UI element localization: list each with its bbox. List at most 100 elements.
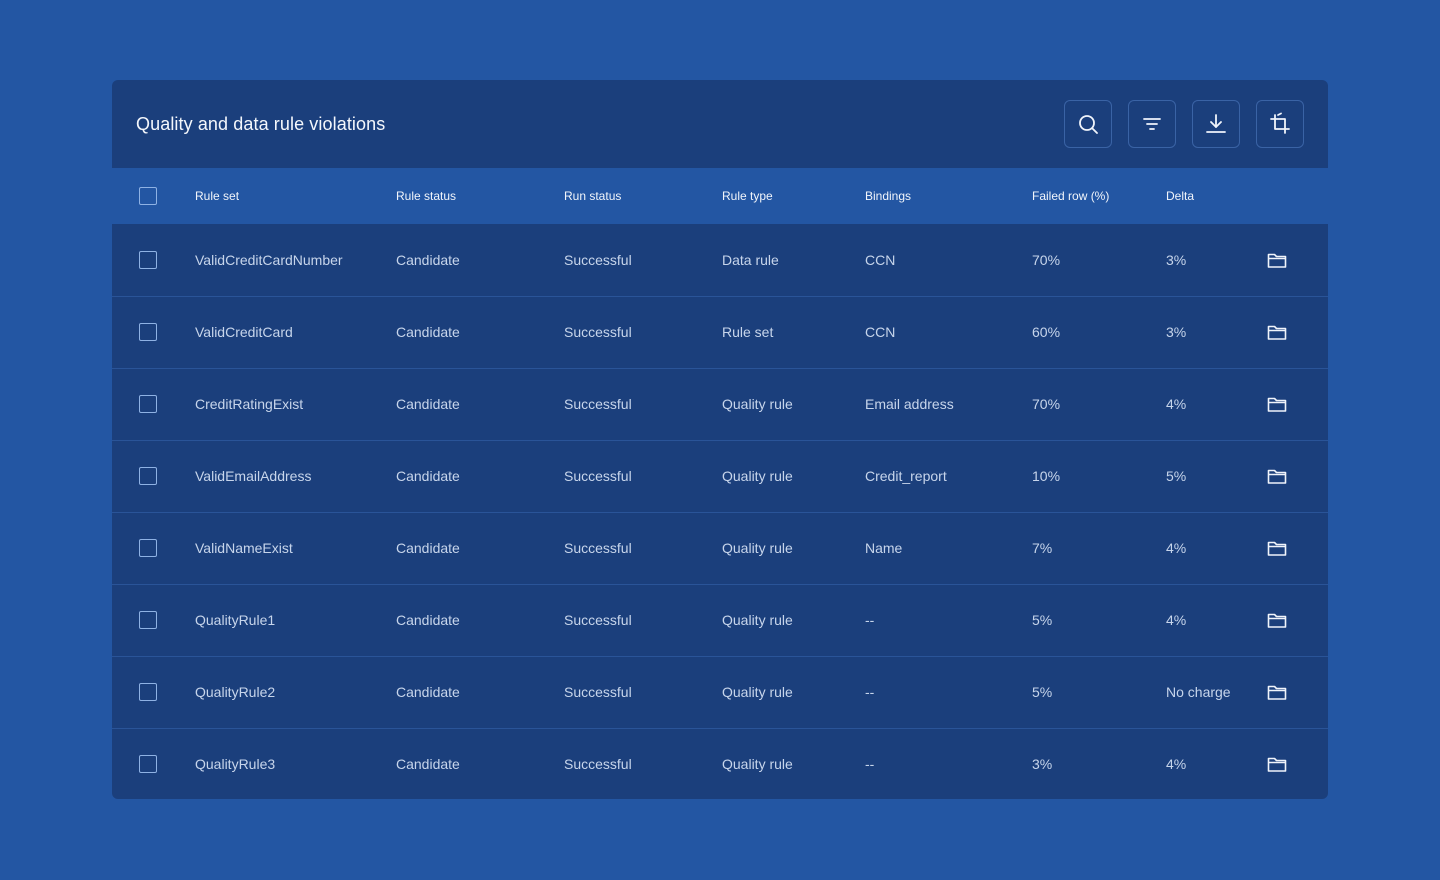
crop-icon	[1270, 112, 1290, 134]
cell-failed-row: 10%	[1032, 468, 1061, 484]
table-row[interactable]: QualityRule3 Candidate Successful Qualit…	[112, 728, 1328, 799]
cell-rule-status: Candidate	[396, 468, 460, 484]
row-checkbox[interactable]	[139, 395, 157, 413]
table-body: ValidCreditCardNumber Candidate Successf…	[112, 224, 1328, 799]
cell-rule-type: Quality rule	[722, 396, 793, 412]
column-header-rule-status[interactable]: Rule status	[396, 168, 564, 224]
cell-failed-row: 5%	[1032, 684, 1053, 700]
folder-icon	[1267, 253, 1287, 268]
filter-button[interactable]	[1128, 100, 1176, 148]
cell-delta: No charge	[1166, 684, 1231, 700]
table-row[interactable]: ValidCreditCardNumber Candidate Successf…	[112, 224, 1328, 296]
column-header-failed-row[interactable]: Failed row (%)	[1032, 168, 1166, 224]
column-header-delta[interactable]: Delta	[1166, 168, 1266, 224]
row-checkbox[interactable]	[139, 755, 157, 774]
cell-rule-set: QualityRule2	[195, 684, 276, 700]
cell-run-status: Successful	[564, 612, 632, 628]
cell-delta: 4%	[1166, 540, 1187, 556]
cell-rule-status: Candidate	[396, 756, 460, 773]
cell-delta: 4%	[1166, 612, 1187, 628]
column-header-rule-set[interactable]: Rule set	[195, 168, 396, 224]
select-all-checkbox[interactable]	[139, 187, 157, 205]
cell-bindings: CCN	[865, 324, 896, 340]
open-folder-button[interactable]	[1266, 753, 1288, 775]
open-folder-button[interactable]	[1266, 537, 1288, 559]
folder-icon	[1267, 325, 1287, 340]
folder-icon	[1267, 757, 1287, 773]
row-checkbox[interactable]	[139, 611, 157, 629]
column-header-rule-type[interactable]: Rule type	[722, 168, 865, 224]
cell-failed-row: 5%	[1032, 612, 1053, 628]
cell-run-status: Successful	[564, 468, 632, 484]
row-checkbox[interactable]	[139, 467, 157, 485]
cell-delta: 3%	[1166, 324, 1187, 340]
download-button[interactable]	[1192, 100, 1240, 148]
cell-run-status: Successful	[564, 324, 632, 340]
folder-icon	[1267, 469, 1287, 484]
open-folder-button[interactable]	[1266, 465, 1288, 487]
cell-run-status: Successful	[564, 756, 632, 773]
cell-rule-set: ValidEmailAddress	[195, 468, 312, 484]
cell-failed-row: 7%	[1032, 540, 1053, 556]
open-folder-button[interactable]	[1266, 393, 1288, 415]
cell-bindings: CCN	[865, 251, 896, 268]
table-row[interactable]: QualityRule1 Candidate Successful Qualit…	[112, 584, 1328, 656]
row-checkbox[interactable]	[139, 683, 157, 701]
cell-rule-type: Data rule	[722, 251, 779, 268]
cell-delta: 4%	[1166, 756, 1187, 773]
table-row[interactable]: QualityRule2 Candidate Successful Qualit…	[112, 656, 1328, 728]
open-folder-button[interactable]	[1266, 321, 1288, 343]
cell-rule-set: ValidNameExist	[195, 540, 293, 556]
open-folder-button[interactable]	[1266, 249, 1288, 271]
row-checkbox[interactable]	[139, 323, 157, 341]
table-row[interactable]: ValidNameExist Candidate Successful Qual…	[112, 512, 1328, 584]
cell-rule-set: CreditRatingExist	[195, 396, 304, 412]
open-folder-button[interactable]	[1266, 681, 1288, 703]
cell-rule-type: Quality rule	[722, 684, 793, 700]
table-row[interactable]: ValidEmailAddress Candidate Successful Q…	[112, 440, 1328, 512]
card-header: Quality and data rule violations	[112, 80, 1328, 168]
cell-rule-status: Candidate	[396, 251, 460, 268]
table-row[interactable]: CreditRatingExist Candidate Successful Q…	[112, 368, 1328, 440]
cell-rule-status: Candidate	[396, 612, 460, 628]
folder-icon	[1267, 685, 1287, 700]
column-header-run-status[interactable]: Run status	[564, 168, 722, 224]
cell-run-status: Successful	[564, 540, 632, 556]
table-header-row: Rule set Rule status Run status Rule typ…	[112, 168, 1328, 224]
download-icon	[1206, 114, 1226, 133]
cell-run-status: Successful	[564, 396, 632, 412]
cell-rule-status: Candidate	[396, 684, 460, 700]
toolbar	[1064, 100, 1304, 148]
cell-bindings: --	[865, 684, 875, 700]
cell-failed-row: 70%	[1032, 251, 1061, 268]
card-title: Quality and data rule violations	[136, 113, 386, 134]
cell-delta: 4%	[1166, 396, 1187, 412]
cell-delta: 5%	[1166, 468, 1187, 484]
column-header-bindings[interactable]: Bindings	[865, 168, 1032, 224]
cell-rule-type: Quality rule	[722, 756, 793, 773]
cell-bindings: Name	[865, 540, 903, 556]
violations-table: Rule set Rule status Run status Rule typ…	[112, 168, 1328, 799]
row-checkbox[interactable]	[139, 539, 157, 557]
crop-button[interactable]	[1256, 100, 1304, 148]
cell-bindings: Credit_report	[865, 468, 947, 484]
folder-icon	[1267, 397, 1287, 412]
cell-rule-set: QualityRule1	[195, 612, 276, 628]
cell-bindings: --	[865, 756, 875, 773]
cell-rule-status: Candidate	[396, 324, 460, 340]
cell-bindings: --	[865, 612, 875, 628]
cell-rule-set: ValidCreditCardNumber	[195, 251, 343, 268]
cell-rule-set: ValidCreditCard	[195, 324, 293, 340]
open-folder-button[interactable]	[1266, 609, 1288, 631]
rule-violations-card: Quality and data rule violations Rule se…	[112, 80, 1328, 799]
cell-failed-row: 3%	[1032, 756, 1053, 773]
cell-rule-type: Rule set	[722, 324, 774, 340]
filter-icon	[1143, 118, 1161, 130]
table-row[interactable]: ValidCreditCard Candidate Successful Rul…	[112, 296, 1328, 368]
cell-rule-status: Candidate	[396, 540, 460, 556]
search-button[interactable]	[1064, 100, 1112, 148]
cell-run-status: Successful	[564, 251, 632, 268]
cell-rule-status: Candidate	[396, 396, 460, 412]
row-checkbox[interactable]	[139, 250, 157, 269]
cell-failed-row: 70%	[1032, 396, 1061, 412]
